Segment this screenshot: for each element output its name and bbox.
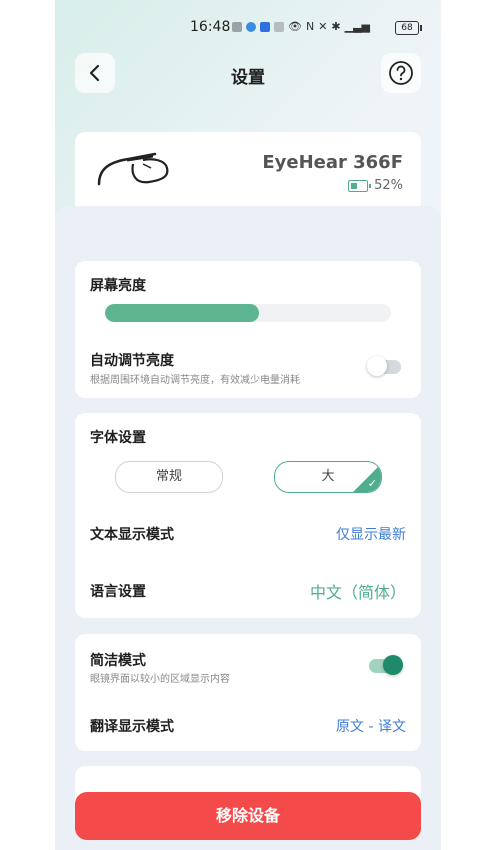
- concise-mode-toggle[interactable]: [369, 655, 403, 675]
- status-icons: 👁 N ✕ ✱ ▁▃▅: [232, 21, 370, 33]
- notification-icon: [232, 22, 242, 32]
- text-mode-label: 文本显示模式: [90, 527, 174, 543]
- glasses-icon: [97, 152, 169, 186]
- font-option-label: 大: [321, 469, 335, 484]
- translate-mode-value[interactable]: 原文 - 译文: [336, 716, 406, 736]
- font-option-regular[interactable]: 常规: [115, 461, 223, 493]
- device-card[interactable]: EyeHear 366F 52%: [75, 132, 421, 212]
- status-bar: 16:48 👁 N ✕ ✱ ▁▃▅ 68: [55, 0, 441, 56]
- app-notification-icon: [246, 22, 256, 32]
- status-battery: 68: [395, 21, 422, 35]
- signal-icon: ▁▃▅: [344, 20, 371, 33]
- device-battery: 52%: [348, 178, 403, 193]
- eye-icon: 👁: [288, 20, 302, 33]
- status-time: 16:48: [190, 19, 231, 35]
- phone-screen: 16:48 👁 N ✕ ✱ ▁▃▅ 68 设置 EyeHear 366F 52%…: [55, 0, 441, 850]
- concise-mode-label: 简洁模式: [90, 653, 146, 669]
- concise-mode-desc: 眼镜界面以较小的区域显示内容: [90, 674, 230, 685]
- auto-brightness-desc: 根据周围环境自动调节亮度，有效减少电量消耗: [90, 375, 300, 386]
- shield-app-icon: [260, 22, 270, 32]
- toggle-knob: [367, 356, 387, 376]
- translate-mode-label: 翻译显示模式: [90, 719, 174, 735]
- nfc-icon: N: [305, 20, 315, 33]
- mute-icon: ✕: [318, 20, 328, 33]
- auto-brightness-toggle[interactable]: [367, 356, 401, 376]
- font-option-large[interactable]: 大 ✓: [274, 461, 382, 493]
- brightness-slider-fill: [105, 304, 260, 322]
- brightness-slider[interactable]: [105, 304, 391, 322]
- brightness-card: 屏幕亮度 自动调节亮度 根据周围环境自动调节亮度，有效减少电量消耗: [75, 261, 421, 398]
- language-label: 语言设置: [90, 584, 146, 600]
- concise-card: 简洁模式 眼镜界面以较小的区域显示内容 翻译显示模式 原文 - 译文: [75, 634, 421, 751]
- font-option-label: 常规: [155, 469, 182, 484]
- device-name: EyeHear 366F: [262, 152, 403, 173]
- check-icon: ✓: [367, 477, 377, 490]
- device-battery-value: 52%: [374, 178, 403, 193]
- font-card: 字体设置 常规 大 ✓ 文本显示模式 仅显示最新 语言设置 中文（简体）: [75, 413, 421, 618]
- help-button[interactable]: [381, 53, 421, 93]
- text-mode-value[interactable]: 仅显示最新: [336, 524, 406, 544]
- remove-device-button[interactable]: 移除设备: [75, 792, 421, 840]
- bluetooth-icon: ✱: [331, 20, 341, 33]
- language-value[interactable]: 中文（简体）: [310, 579, 406, 603]
- battery-icon: [348, 179, 372, 192]
- help-icon: [389, 61, 413, 85]
- auto-brightness-label: 自动调节亮度: [90, 353, 174, 369]
- brightness-label: 屏幕亮度: [90, 278, 146, 294]
- message-icon: [274, 22, 284, 32]
- font-label: 字体设置: [90, 430, 146, 446]
- toggle-knob: [383, 655, 403, 675]
